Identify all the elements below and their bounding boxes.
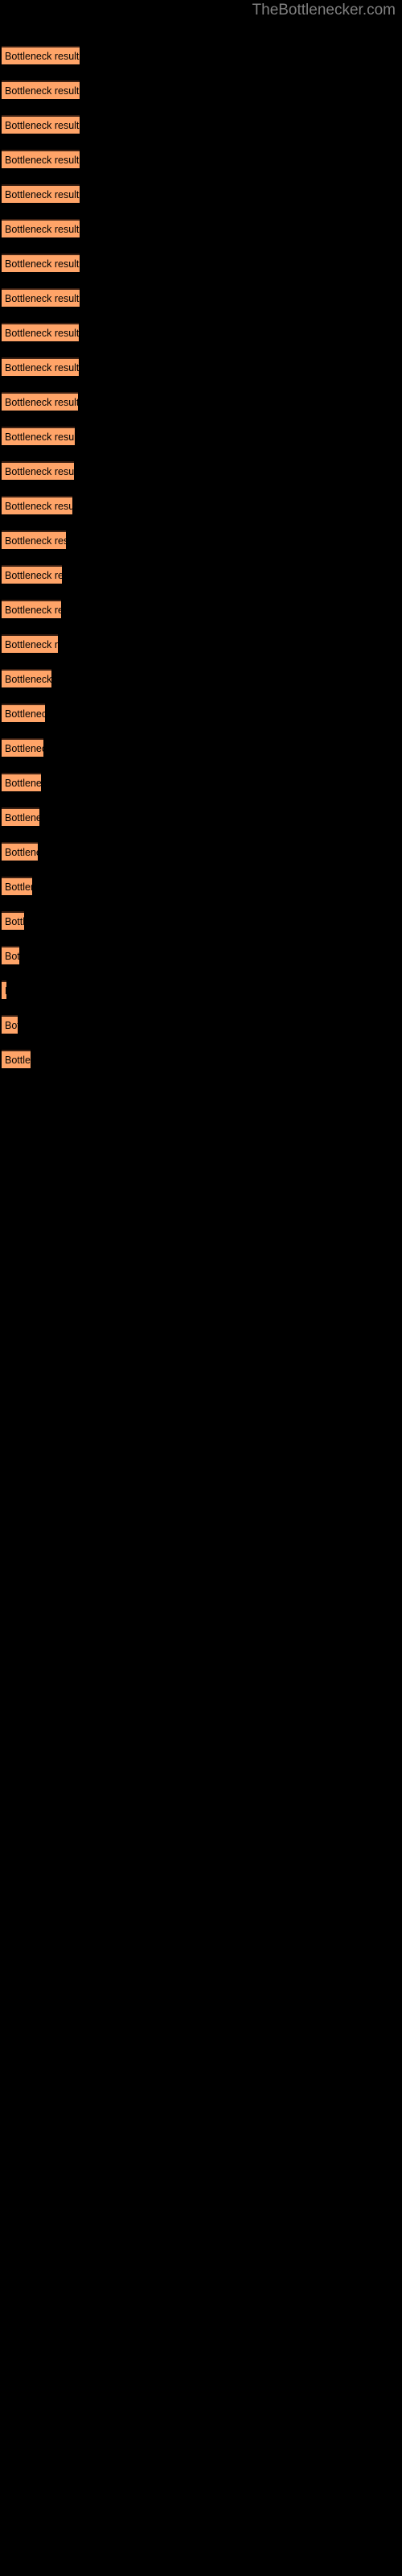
bar-25[interactable]: Bottleneck result bbox=[2, 877, 32, 895]
bar-26[interactable]: Bottleneck result bbox=[2, 911, 24, 930]
bar-label: Bottleneck result bbox=[5, 535, 66, 547]
bar-row: Bottleneck result bbox=[0, 427, 402, 445]
bar-label: Bottleneck result bbox=[5, 638, 58, 650]
bar-row: Bottleneck result bbox=[0, 461, 402, 480]
bar-16[interactable]: Bottleneck result bbox=[2, 565, 62, 584]
bar-19[interactable]: Bottleneck result bbox=[2, 669, 51, 687]
bar-row: Bottleneck result bbox=[0, 946, 402, 964]
bar-label: Bottleneck result bbox=[5, 361, 79, 374]
bar-row: Bottleneck result bbox=[0, 634, 402, 653]
bar-5[interactable]: Bottleneck result bbox=[2, 184, 80, 203]
bar-4[interactable]: Bottleneck result bbox=[2, 150, 80, 168]
bar-label: Bottleneck result bbox=[5, 258, 80, 270]
bar-28[interactable]: Bottleneck result bbox=[2, 980, 6, 999]
bar-row: Bottleneck result bbox=[0, 704, 402, 722]
bar-row: Bottleneck result bbox=[0, 496, 402, 514]
bar-row: Bottleneck result bbox=[0, 46, 402, 64]
bar-12[interactable]: Bottleneck result bbox=[2, 427, 75, 445]
bar-6[interactable]: Bottleneck result bbox=[2, 219, 80, 237]
bar-29[interactable]: Bottleneck result bbox=[2, 1015, 18, 1034]
bar-row: Bottleneck result bbox=[0, 288, 402, 307]
bar-row: Bottleneck result bbox=[0, 357, 402, 376]
bar-label: Bottleneck result bbox=[5, 85, 80, 97]
bar-21[interactable]: Bottleneck result bbox=[2, 738, 43, 757]
bar-24[interactable]: Bottleneck result bbox=[2, 842, 38, 861]
bar-row: Bottleneck result bbox=[0, 738, 402, 757]
bar-row: Bottleneck result bbox=[0, 980, 402, 999]
bar-10[interactable]: Bottleneck result bbox=[2, 357, 79, 376]
bar-row: Bottleneck result bbox=[0, 530, 402, 549]
bar-label: Bottleneck result bbox=[5, 465, 74, 477]
bar-row: Bottleneck result bbox=[0, 254, 402, 272]
bar-20[interactable]: Bottleneck result bbox=[2, 704, 45, 722]
bar-label: Bottleneck result bbox=[5, 1019, 18, 1031]
bar-27[interactable]: Bottleneck result bbox=[2, 946, 19, 964]
bar-label: Bottleneck result bbox=[5, 777, 41, 789]
bar-label: Bottleneck result bbox=[5, 742, 43, 754]
bar-label: Bottleneck result bbox=[5, 604, 61, 616]
bar-label: Bottleneck result bbox=[5, 188, 80, 200]
bar-row: Bottleneck result bbox=[0, 150, 402, 168]
bar-2[interactable]: Bottleneck result bbox=[2, 80, 80, 99]
bar-label: Bottleneck result bbox=[5, 569, 62, 581]
bar-label: Bottleneck result bbox=[5, 708, 45, 720]
bar-row: Bottleneck result bbox=[0, 842, 402, 861]
bar-label: Bottleneck result bbox=[5, 500, 72, 512]
bar-23[interactable]: Bottleneck result bbox=[2, 807, 39, 826]
bar-row: Bottleneck result bbox=[0, 773, 402, 791]
bar-row: Bottleneck result bbox=[0, 219, 402, 237]
bar-row: Bottleneck result bbox=[0, 1050, 402, 1068]
bar-1[interactable]: Bottleneck result bbox=[2, 46, 80, 64]
bar-label: Bottleneck result bbox=[5, 950, 19, 962]
bar-15[interactable]: Bottleneck result bbox=[2, 530, 66, 549]
bar-label: Bottleneck result bbox=[5, 396, 78, 408]
bar-row: Bottleneck result bbox=[0, 1015, 402, 1034]
bar-label: Bottleneck result bbox=[5, 673, 51, 685]
bar-7[interactable]: Bottleneck result bbox=[2, 254, 80, 272]
bar-3[interactable]: Bottleneck result bbox=[2, 115, 80, 134]
bar-row: Bottleneck result bbox=[0, 392, 402, 411]
bar-row: Bottleneck result bbox=[0, 911, 402, 930]
bar-label: Bottleneck result bbox=[5, 50, 80, 62]
bar-8[interactable]: Bottleneck result bbox=[2, 288, 80, 307]
bar-18[interactable]: Bottleneck result bbox=[2, 634, 58, 653]
bar-label: Bottleneck result bbox=[5, 119, 80, 131]
bar-11[interactable]: Bottleneck result bbox=[2, 392, 78, 411]
bar-label: Bottleneck result bbox=[5, 881, 32, 893]
bar-row: Bottleneck result bbox=[0, 600, 402, 618]
bar-label: Bottleneck result bbox=[5, 292, 80, 304]
bottleneck-bar-chart: Bottleneck result Bottleneck result Bottle… bbox=[0, 0, 402, 2576]
bar-label: Bottleneck result bbox=[5, 1054, 31, 1066]
bar-row: Bottleneck result bbox=[0, 184, 402, 203]
bar-row: Bottleneck result bbox=[0, 80, 402, 99]
bar-label: Bottleneck result bbox=[5, 846, 38, 858]
bar-row: Bottleneck result bbox=[0, 323, 402, 341]
bar-label: Bottleneck result bbox=[5, 154, 80, 166]
bar-17[interactable]: Bottleneck result bbox=[2, 600, 61, 618]
bar-label: Bottleneck result bbox=[5, 915, 24, 927]
bar-label: Bottleneck result bbox=[5, 985, 6, 996]
bar-label: Bottleneck result bbox=[5, 223, 80, 235]
bar-row: Bottleneck result bbox=[0, 565, 402, 584]
bar-9[interactable]: Bottleneck result bbox=[2, 323, 79, 341]
bar-30[interactable]: Bottleneck result bbox=[2, 1050, 31, 1068]
bar-label: Bottleneck result bbox=[5, 811, 39, 824]
bar-row: Bottleneck result bbox=[0, 669, 402, 687]
bar-label: Bottleneck result bbox=[5, 327, 79, 339]
bar-row: Bottleneck result bbox=[0, 877, 402, 895]
bar-14[interactable]: Bottleneck result bbox=[2, 496, 72, 514]
bar-13[interactable]: Bottleneck result bbox=[2, 461, 74, 480]
bar-22[interactable]: Bottleneck result bbox=[2, 773, 41, 791]
bar-label: Bottleneck result bbox=[5, 431, 75, 443]
bar-row: Bottleneck result bbox=[0, 807, 402, 826]
bar-row: Bottleneck result bbox=[0, 115, 402, 134]
